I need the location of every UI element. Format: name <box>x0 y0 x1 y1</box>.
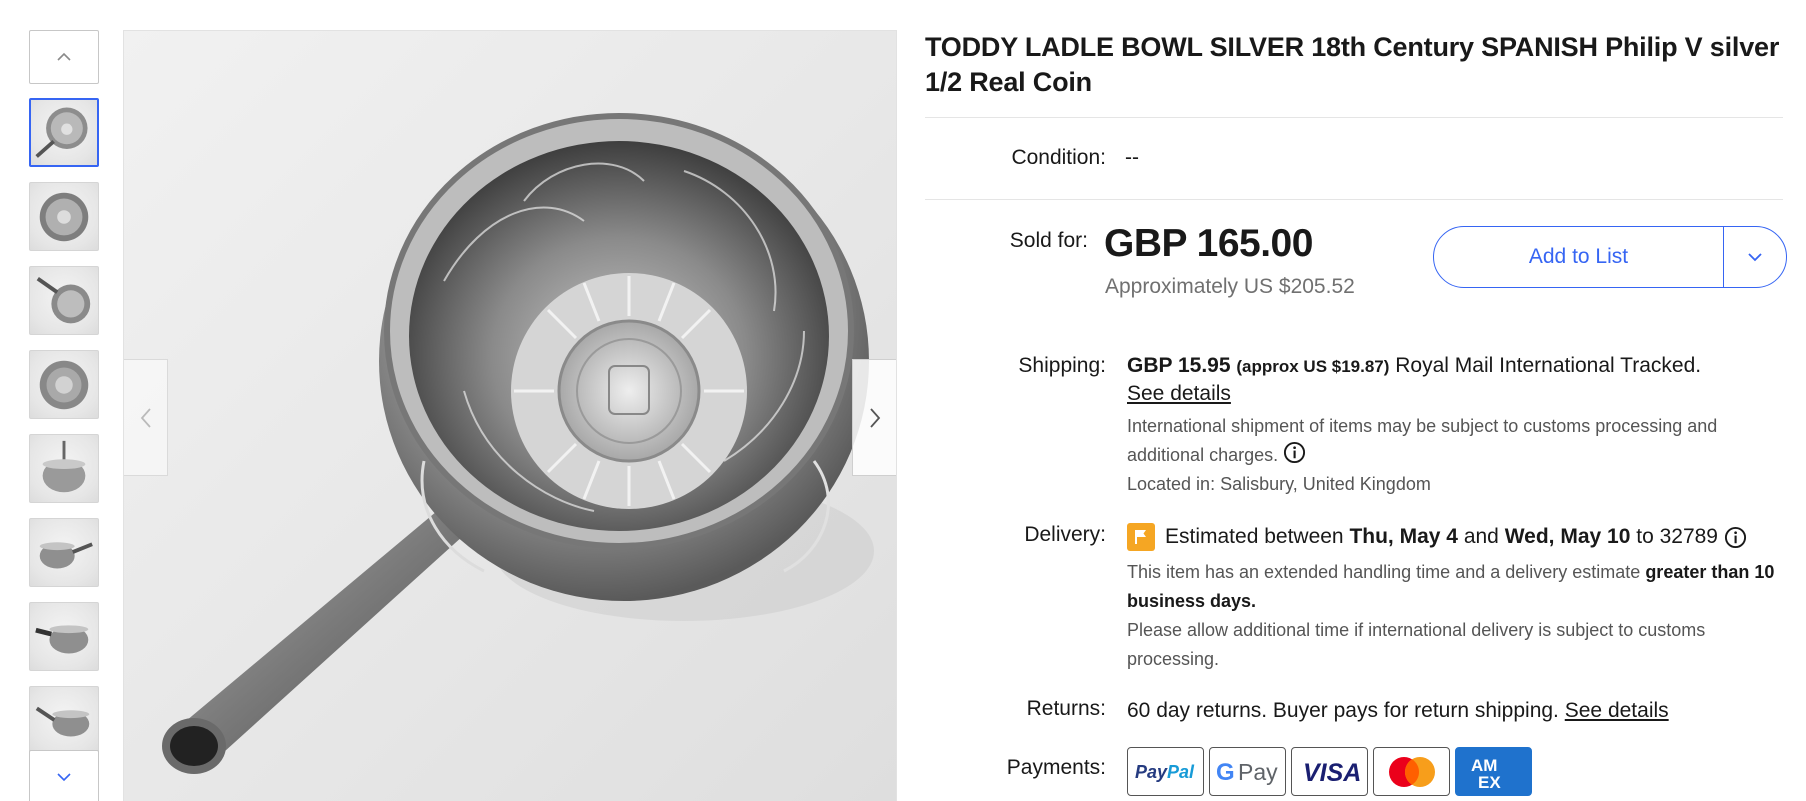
delivery-estimate: Estimated between Thu, May 4 and Wed, Ma… <box>1127 523 1747 551</box>
shipping-cost: GBP 15.95 <box>1127 354 1231 377</box>
chevron-down-icon <box>57 773 71 782</box>
thumbnail-6[interactable] <box>29 518 99 587</box>
item-location: Located in: Salisbury, United Kingdom <box>1127 474 1431 494</box>
thumbnail-5[interactable] <box>29 434 99 503</box>
shipping-see-details-link[interactable]: See details <box>1127 382 1231 406</box>
thumbnails-scroll-down-button[interactable] <box>29 750 99 801</box>
price-label: Sold for: <box>1009 229 1088 252</box>
delivery-label: Delivery: <box>1024 523 1106 546</box>
google-pay-logo: G Pay <box>1209 747 1286 796</box>
returns-label: Returns: <box>1026 697 1106 720</box>
shipping-label: Shipping: <box>1018 354 1106 377</box>
flag-icon <box>1127 523 1155 551</box>
thumbnail-4[interactable] <box>29 350 99 419</box>
returns-see-details-link[interactable]: See details <box>1565 699 1669 722</box>
condition-divider <box>925 199 1783 200</box>
payments-label: Payments: <box>1006 756 1106 779</box>
visa-logo: VISA <box>1291 747 1368 796</box>
price-approx: Approximately US $205.52 <box>1105 275 1355 298</box>
title-divider <box>925 117 1783 118</box>
info-icon[interactable] <box>1724 526 1747 549</box>
previous-image-button[interactable] <box>124 359 168 476</box>
condition-label: Condition: <box>1011 146 1106 169</box>
condition-value: -- <box>1125 146 1139 169</box>
thumbnails-scroll-up-button[interactable] <box>29 30 99 84</box>
svg-text:Pay: Pay <box>1238 759 1278 785</box>
handling-note-text: This item has an extended handling time … <box>1127 562 1641 582</box>
delivery-and: and <box>1463 525 1499 548</box>
delivery-end-date: Wed, May 10 <box>1504 525 1631 548</box>
chevron-up-icon <box>57 52 71 61</box>
customs-note: International shipment of items may be s… <box>1127 412 1787 470</box>
delivery-start-date: Thu, May 4 <box>1349 525 1458 548</box>
add-to-list-control: Add to List <box>1433 226 1787 288</box>
svg-text:Pal: Pal <box>1167 762 1195 782</box>
thumbnail-3[interactable] <box>29 266 99 335</box>
customs-note-text: International shipment of items may be s… <box>1127 416 1718 465</box>
svg-text:G: G <box>1216 759 1235 786</box>
price-amount: GBP 165.00 <box>1104 222 1313 265</box>
thumbnail-7[interactable] <box>29 602 99 671</box>
chevron-right-icon <box>869 407 880 428</box>
paypal-logo: Pay Pal <box>1127 747 1204 796</box>
svg-text:Pay: Pay <box>1135 762 1168 782</box>
add-to-list-button[interactable]: Add to List <box>1434 227 1724 287</box>
amex-logo: AM EX <box>1455 747 1532 796</box>
next-image-button[interactable] <box>852 359 896 476</box>
thumbnail-2[interactable] <box>29 182 99 251</box>
delivery-to: to <box>1636 525 1654 548</box>
returns-policy: 60 day returns. Buyer pays for return sh… <box>1127 699 1669 723</box>
toddy-ladle-photo <box>162 113 874 774</box>
thumbnail-1[interactable] <box>29 98 99 167</box>
main-product-image[interactable] <box>123 30 897 801</box>
shipping-summary: GBP 15.95 (approx US $19.87) Royal Mail … <box>1127 354 1701 378</box>
shipping-cost-approx: (approx US $19.87) <box>1236 357 1390 376</box>
chevron-left-icon <box>140 407 151 428</box>
international-delivery-note: Please allow additional time if internat… <box>1127 620 1706 669</box>
payment-methods: Pay Pal G Pay VISA AM EX <box>1127 747 1532 796</box>
listing-title: TODDY LADLE BOWL SILVER 18th Century SPA… <box>925 32 1780 97</box>
shipping-service: Royal Mail International Tracked. <box>1395 354 1702 377</box>
thumbnail-8[interactable] <box>29 686 99 755</box>
mastercard-logo <box>1373 747 1450 796</box>
delivery-zip[interactable]: 32789 <box>1660 525 1718 549</box>
svg-text:VISA: VISA <box>1303 759 1361 786</box>
add-to-list-dropdown-button[interactable] <box>1724 227 1786 287</box>
svg-text:EX: EX <box>1478 773 1501 792</box>
info-icon[interactable] <box>1283 441 1306 464</box>
delivery-prefix: Estimated between <box>1165 525 1344 548</box>
returns-text: 60 day returns. Buyer pays for return sh… <box>1127 699 1559 722</box>
chevron-down-icon <box>1748 253 1762 262</box>
handling-note: This item has an extended handling time … <box>1127 558 1792 616</box>
